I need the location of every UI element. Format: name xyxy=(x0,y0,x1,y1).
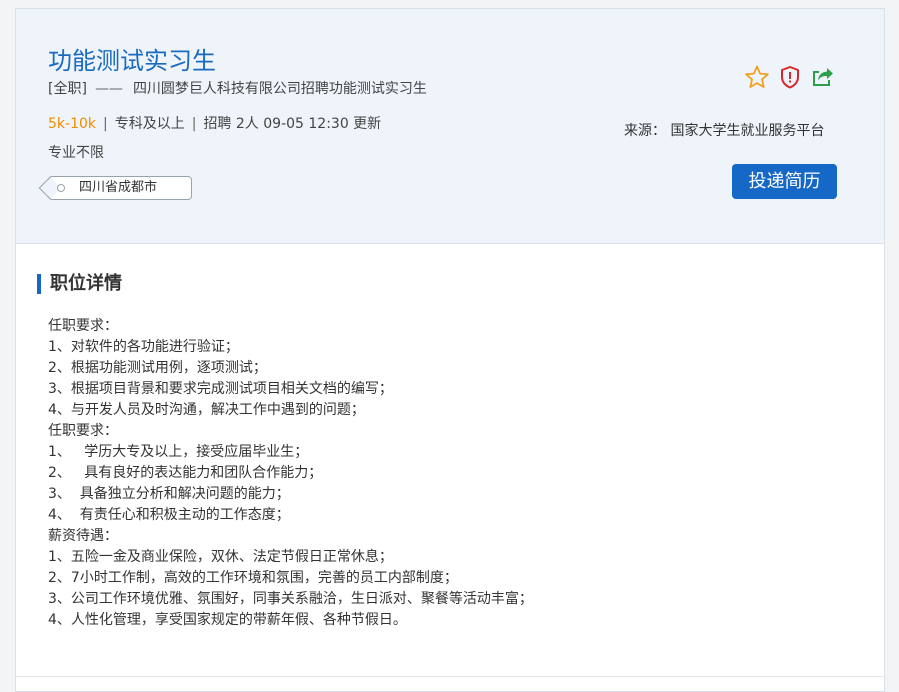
description-line: 4、人性化管理，享受国家规定的带薪年假、各种节假日。 xyxy=(48,612,407,628)
job-type: [全职] xyxy=(48,81,87,97)
major-requirement: 专业不限 xyxy=(48,145,104,161)
apply-resume-button[interactable]: 投递简历 xyxy=(732,164,837,199)
job-description: 任职要求： 1、对软件的各功能进行验证； 2、根据功能测试用例，逐项测试； 3、… xyxy=(48,316,533,631)
share-icon[interactable] xyxy=(810,64,836,90)
job-meta: 5k-10k | 专科及以上 | 招聘 2人 09-05 12:30 更新 xyxy=(48,113,381,133)
description-line: 3、公司工作环境优雅、氛围好，同事关系融洽，生日派对、聚餐等活动丰富； xyxy=(48,591,533,607)
description-line: 1、五险一金及商业保险，双休、法定节假日正常休息； xyxy=(48,549,393,565)
description-line: 2、根据功能测试用例，逐项测试； xyxy=(48,360,267,376)
job-title: 功能测试实习生 xyxy=(48,47,216,75)
description-line: 3、根据项目背景和要求完成测试项目相关文档的编写； xyxy=(48,381,393,397)
source-label: 来源： 国家大学生就业服务平台 xyxy=(624,123,825,139)
description-line: 1、对软件的各功能进行验证； xyxy=(48,339,239,355)
section-title: 职位详情 xyxy=(37,274,122,294)
description-line: 1、 学历大专及以上，接受应届毕业生； xyxy=(48,444,309,460)
shield-alert-icon[interactable] xyxy=(777,64,803,90)
description-line: 任职要求： xyxy=(48,318,118,334)
headcount: 招聘 2人 xyxy=(203,116,259,132)
meta-separator: | xyxy=(191,116,197,132)
divider xyxy=(16,676,884,677)
dash-separator: —— xyxy=(94,81,123,97)
job-detail-card: 功能测试实习生 [全职] —— 四川圆梦巨人科技有限公司招聘功能测试实习生 5k-1… xyxy=(15,8,885,692)
location-text: 四川省成都市 xyxy=(79,180,158,195)
star-icon[interactable] xyxy=(744,64,770,90)
description-line: 4、与开发人员及时沟通，解决工作中遇到的问题； xyxy=(48,402,365,418)
location-tag: 四川省成都市 xyxy=(48,176,192,200)
update-time: 09-05 12:30 更新 xyxy=(263,116,382,132)
job-header: 功能测试实习生 [全职] —— 四川圆梦巨人科技有限公司招聘功能测试实习生 5k-1… xyxy=(16,9,884,244)
company-line: 四川圆梦巨人科技有限公司招聘功能测试实习生 xyxy=(132,81,427,97)
description-line: 2、7小时工作制，高效的工作环境和氛围，完善的员工内部制度； xyxy=(48,570,458,586)
tag-hole xyxy=(57,184,65,192)
description-line: 3、 具备独立分析和解决问题的能力； xyxy=(48,486,290,502)
description-line: 薪资待遇： xyxy=(48,528,118,544)
education: 专科及以上 xyxy=(114,116,185,132)
description-line: 任职要求： xyxy=(48,423,118,439)
job-subtitle: [全职] —— 四川圆梦巨人科技有限公司招聘功能测试实习生 xyxy=(48,78,427,98)
salary: 5k-10k xyxy=(48,116,96,132)
description-line: 4、 有责任心和积极主动的工作态度； xyxy=(48,507,290,523)
meta-separator: | xyxy=(103,116,108,132)
description-line: 2、 具有良好的表达能力和团队合作能力； xyxy=(48,465,323,481)
